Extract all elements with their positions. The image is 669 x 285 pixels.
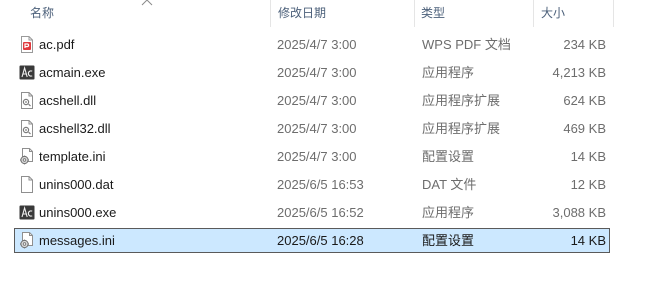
file-modified-date: 2025/4/7 3:00 (277, 65, 357, 80)
acrobat-exe-icon (19, 64, 35, 81)
file-type: 配置设置 (422, 233, 475, 248)
column-header-modified[interactable]: 修改日期 (272, 0, 414, 27)
file-size: 234 KB (563, 37, 606, 52)
sort-ascending-icon (141, 0, 153, 6)
pdf-file-icon (19, 36, 35, 53)
file-size: 14 KB (570, 149, 606, 164)
file-row[interactable]: ac.pdf 2025/4/7 3:00 WPS PDF 文档 234 KB (14, 32, 610, 57)
file-modified-date: 2025/4/7 3:00 (277, 149, 357, 164)
column-divider[interactable] (533, 0, 534, 27)
dll-file-icon (19, 92, 35, 109)
file-type: WPS PDF 文档 (422, 37, 511, 52)
column-divider[interactable] (613, 0, 614, 27)
file-name: unins000.exe (39, 205, 117, 220)
file-size: 12 KB (570, 177, 606, 192)
file-type: 应用程序 (422, 205, 475, 220)
file-row[interactable]: template.ini 2025/4/7 3:00 配置设置 14 KB (14, 144, 610, 169)
column-header-size[interactable]: 大小 (535, 0, 613, 27)
file-row[interactable]: unins000.exe 2025/6/5 16:52 应用程序 3,088 KB (14, 200, 610, 225)
blank-file-icon (19, 176, 35, 193)
column-divider[interactable] (270, 0, 271, 27)
file-modified-date: 2025/4/7 3:00 (277, 121, 357, 136)
file-type: 应用程序扩展 (422, 93, 501, 108)
file-size: 4,213 KB (552, 65, 607, 80)
settings-file-icon (19, 232, 35, 249)
dll-file-icon (19, 120, 35, 137)
file-size: 3,088 KB (552, 205, 607, 220)
file-name: acmain.exe (39, 65, 106, 80)
file-name: template.ini (39, 149, 106, 164)
file-modified-date: 2025/6/5 16:52 (277, 205, 364, 220)
file-type: DAT 文件 (422, 177, 477, 192)
column-header-bar: 名称 修改日期 类型 大小 (0, 0, 669, 27)
file-size: 469 KB (563, 121, 606, 136)
file-modified-date: 2025/6/5 16:28 (277, 233, 364, 248)
file-name: ac.pdf (39, 37, 75, 52)
file-modified-date: 2025/6/5 16:53 (277, 177, 364, 192)
file-modified-date: 2025/4/7 3:00 (277, 93, 357, 108)
column-header-type[interactable]: 类型 (415, 0, 533, 27)
file-row[interactable]: acshell32.dll 2025/4/7 3:00 应用程序扩展 469 KB (14, 116, 610, 141)
file-row[interactable]: messages.ini 2025/6/5 16:28 配置设置 14 KB (14, 228, 610, 253)
file-name: messages.ini (39, 233, 115, 248)
file-name: unins000.dat (39, 177, 114, 192)
file-size: 14 KB (570, 233, 606, 248)
file-type: 应用程序扩展 (422, 121, 501, 136)
file-row[interactable]: acmain.exe 2025/4/7 3:00 应用程序 4,213 KB (14, 60, 610, 85)
file-name: acshell32.dll (39, 121, 111, 136)
file-type: 配置设置 (422, 149, 475, 164)
file-modified-date: 2025/4/7 3:00 (277, 37, 357, 52)
file-name: acshell.dll (39, 93, 97, 108)
file-size: 624 KB (563, 93, 606, 108)
file-row[interactable]: acshell.dll 2025/4/7 3:00 应用程序扩展 624 KB (14, 88, 610, 113)
settings-file-icon (19, 148, 35, 165)
acrobat-exe-icon (19, 204, 35, 221)
file-type: 应用程序 (422, 65, 475, 80)
file-row[interactable]: unins000.dat 2025/6/5 16:53 DAT 文件 12 KB (14, 172, 610, 197)
